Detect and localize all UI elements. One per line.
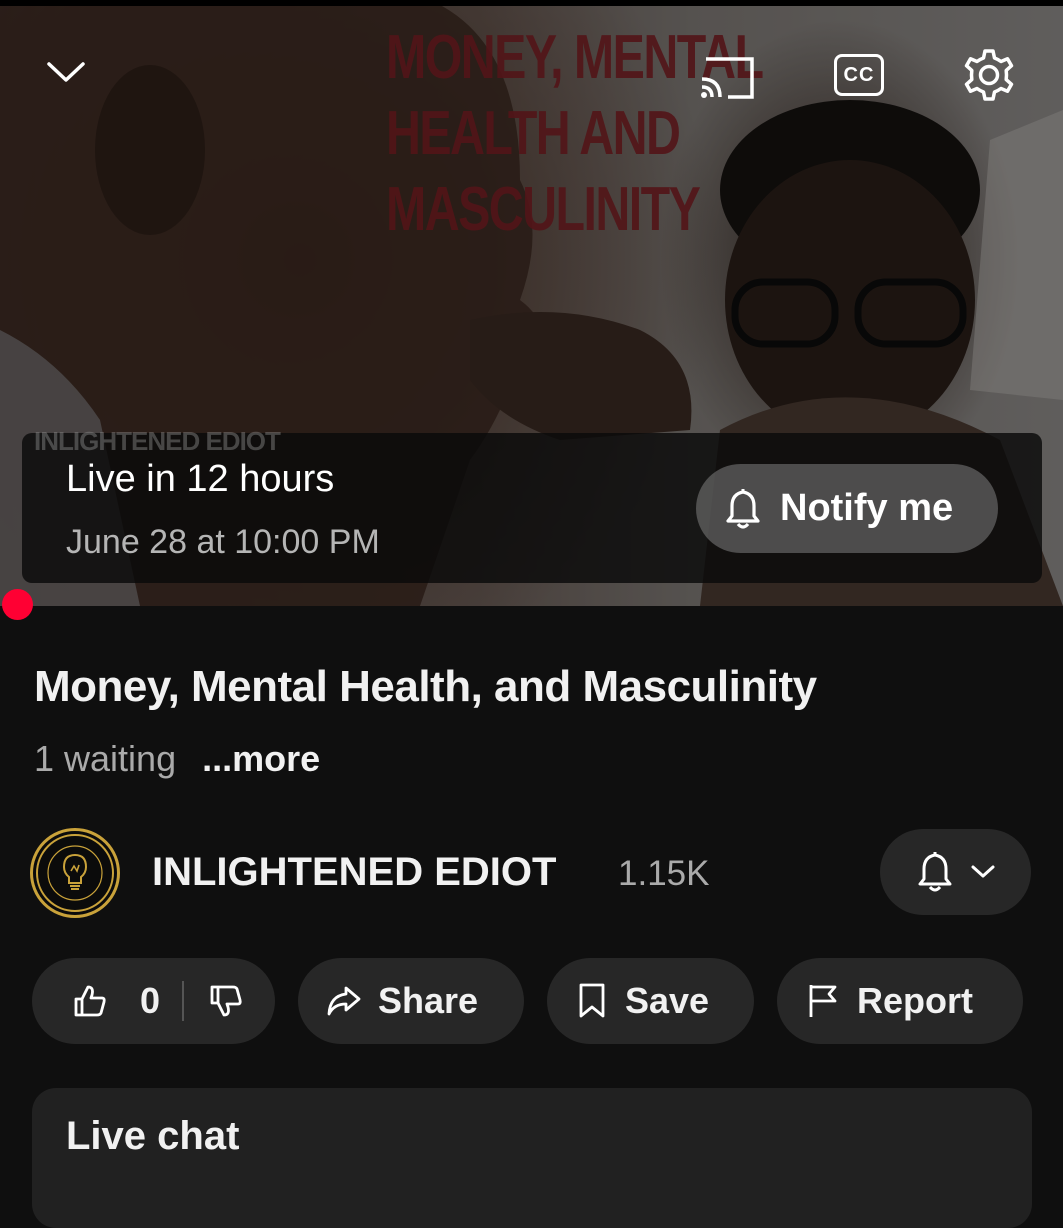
bookmark-icon bbox=[579, 983, 605, 1018]
flag-icon bbox=[809, 985, 837, 1017]
bell-icon bbox=[726, 488, 760, 529]
more-link[interactable]: ...more bbox=[202, 738, 320, 780]
live-chat-title: Live chat bbox=[66, 1114, 240, 1158]
live-status-text: Live in 12 hours bbox=[66, 458, 335, 500]
live-chat-panel[interactable]: Live chat bbox=[32, 1088, 1032, 1228]
channel-row: INLIGHTENED EDIOT 1.15K bbox=[30, 828, 1033, 918]
report-label: Report bbox=[857, 980, 973, 1021]
subscription-notifications-button[interactable] bbox=[880, 829, 1031, 915]
subscriber-count: 1.15K bbox=[618, 854, 710, 893]
status-bar-edge bbox=[0, 0, 1063, 6]
share-icon bbox=[327, 986, 361, 1016]
save-button[interactable]: Save bbox=[547, 958, 754, 1044]
like-dislike-pill: 0 bbox=[32, 958, 275, 1044]
share-label: Share bbox=[378, 980, 479, 1021]
channel-logo-icon bbox=[36, 834, 114, 912]
channel-name[interactable]: INLIGHTENED EDIOT bbox=[152, 850, 556, 895]
scheduled-date-text: June 28 at 10:00 PM bbox=[66, 523, 380, 561]
progress-scrubber-handle[interactable] bbox=[2, 589, 33, 620]
notify-me-label: Notify me bbox=[780, 487, 954, 529]
thumbs-down-icon bbox=[210, 985, 242, 1017]
captions-icon: CC bbox=[834, 54, 884, 96]
report-button[interactable]: Report bbox=[777, 958, 1023, 1044]
captions-label: CC bbox=[843, 63, 875, 86]
waiting-count: 1 waiting bbox=[34, 738, 177, 779]
collapse-button[interactable] bbox=[40, 50, 92, 94]
gear-icon bbox=[964, 49, 1014, 101]
notify-me-button[interactable]: Notify me bbox=[696, 464, 998, 553]
like-count: 0 bbox=[140, 980, 161, 1021]
like-divider bbox=[182, 981, 185, 1021]
settings-button[interactable] bbox=[960, 46, 1018, 104]
thumbnail-watermark: INLIGHTENED EDIOT bbox=[34, 426, 281, 456]
action-row: 0 Share Save Report bbox=[32, 958, 1032, 1044]
chevron-down-icon bbox=[971, 865, 994, 878]
thumbs-up-icon[interactable] bbox=[72, 983, 108, 1019]
captions-button[interactable]: CC bbox=[832, 52, 886, 98]
cast-button[interactable] bbox=[696, 52, 760, 102]
video-player[interactable]: MONEY, MENTAL HEALTH AND MASCULINITY CC bbox=[0, 0, 1063, 606]
video-meta-row: 1 waiting ...more bbox=[34, 738, 320, 780]
chevron-down-icon bbox=[47, 62, 85, 82]
dislike-button[interactable] bbox=[208, 983, 244, 1019]
channel-avatar[interactable] bbox=[30, 828, 120, 918]
bell-icon bbox=[918, 852, 951, 892]
video-title: Money, Mental Health, and Masculinity bbox=[34, 662, 817, 711]
save-label: Save bbox=[625, 980, 710, 1021]
cast-icon bbox=[701, 57, 754, 99]
share-button[interactable]: Share bbox=[298, 958, 524, 1044]
